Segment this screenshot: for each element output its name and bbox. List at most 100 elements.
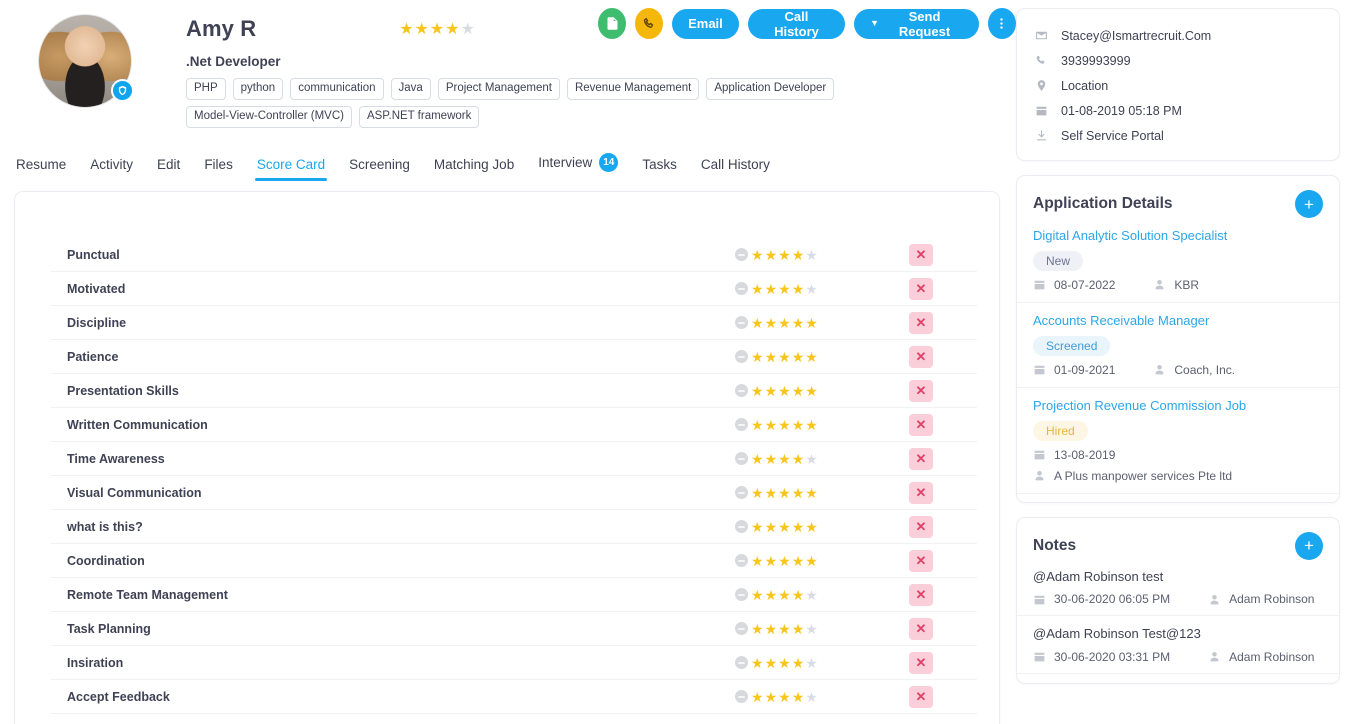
no-rating-icon[interactable] (735, 486, 748, 499)
delete-row-button[interactable]: ✕ (909, 583, 933, 606)
star-icon[interactable]: ★ (751, 316, 764, 330)
delete-row-button[interactable]: ✕ (909, 515, 933, 538)
star-icon[interactable]: ★ (751, 248, 764, 262)
star-icon[interactable]: ★ (765, 486, 778, 500)
application-job-title[interactable]: Digital Analytic Solution Specialist (1033, 228, 1323, 245)
tab-activity[interactable]: Activity (78, 157, 145, 181)
delete-row-button[interactable]: ✕ (909, 311, 933, 334)
no-rating-icon[interactable] (735, 554, 748, 567)
tab-score-card[interactable]: Score Card (245, 157, 337, 181)
tab-call-history[interactable]: Call History (689, 157, 782, 181)
star-icon[interactable]: ★ (792, 520, 805, 534)
contact-row[interactable]: Self Service Portal (1033, 123, 1323, 148)
star-icon[interactable]: ★ (751, 418, 764, 432)
star-icon[interactable]: ★ (805, 554, 818, 568)
star-icon[interactable]: ★ (751, 554, 764, 568)
star-icon[interactable]: ★ (805, 350, 818, 364)
star-icon[interactable]: ★ (751, 384, 764, 398)
no-rating-icon[interactable] (735, 418, 748, 431)
score-row-rating[interactable]: ★ ★ ★ ★ ★ (735, 622, 865, 636)
star-icon[interactable]: ★ (778, 418, 791, 432)
star-icon[interactable]: ★ (778, 520, 791, 534)
tab-edit[interactable]: Edit (145, 157, 192, 181)
skill-tag[interactable]: PHP (186, 78, 226, 101)
no-rating-icon[interactable] (735, 316, 748, 329)
tab-resume[interactable]: Resume (14, 157, 78, 181)
phone-icon[interactable] (635, 8, 664, 39)
delete-row-button[interactable]: ✕ (909, 345, 933, 368)
star-icon[interactable]: ★ (792, 248, 805, 262)
skill-tag[interactable]: ASP.NET framework (358, 106, 480, 129)
contact-row[interactable]: Stacey@Ismartrecruit.Com (1033, 23, 1323, 48)
tab-tasks[interactable]: Tasks (630, 157, 689, 181)
delete-row-button[interactable]: ✕ (909, 617, 933, 640)
star-icon[interactable]: ★ (751, 690, 764, 704)
score-row-rating[interactable]: ★ ★ ★ ★ ★ (735, 384, 865, 398)
delete-row-button[interactable]: ✕ (909, 243, 933, 266)
star-icon[interactable]: ★ (778, 554, 791, 568)
delete-row-button[interactable]: ✕ (909, 549, 933, 572)
star-icon[interactable]: ★ (778, 588, 791, 602)
send-request-button[interactable]: ▼ Send Request (854, 8, 979, 39)
skill-tag[interactable]: Java (390, 78, 431, 101)
contact-row[interactable]: 3939993999 (1033, 48, 1323, 73)
star-icon[interactable]: ★ (751, 350, 764, 364)
tab-matching-job[interactable]: Matching Job (422, 157, 526, 181)
application-job-title[interactable]: Projection Revenue Commission Job (1033, 398, 1323, 415)
star-icon[interactable]: ★ (751, 520, 764, 534)
score-row-rating[interactable]: ★ ★ ★ ★ ★ (735, 690, 865, 704)
star-icon[interactable]: ★ (805, 384, 818, 398)
score-row-rating[interactable]: ★ ★ ★ ★ ★ (735, 316, 865, 330)
star-icon[interactable]: ★ (792, 452, 805, 466)
no-rating-icon[interactable] (735, 350, 748, 363)
star-icon[interactable]: ★ (751, 486, 764, 500)
star-icon[interactable]: ★ (792, 418, 805, 432)
skill-tag[interactable]: python (232, 78, 284, 101)
application-job-title[interactable]: Accounts Receivable Manager (1033, 313, 1323, 330)
star-icon[interactable]: ★ (792, 384, 805, 398)
star-icon[interactable]: ★ (792, 282, 805, 296)
tab-files[interactable]: Files (192, 157, 245, 181)
contact-row[interactable]: 01-08-2019 05:18 PM (1033, 98, 1323, 123)
star-icon[interactable]: ★ (765, 554, 778, 568)
star-icon[interactable]: ★ (765, 452, 778, 466)
star-icon[interactable]: ★ (792, 554, 805, 568)
star-icon[interactable]: ★ (765, 520, 778, 534)
star-icon[interactable]: ★ (778, 690, 791, 704)
score-row-rating[interactable]: ★ ★ ★ ★ ★ (735, 520, 865, 534)
star-icon[interactable]: ★ (805, 282, 818, 296)
star-icon[interactable]: ★ (792, 486, 805, 500)
skill-tag[interactable]: Project Management (437, 78, 560, 101)
call-history-button[interactable]: Call History (747, 8, 846, 39)
star-icon[interactable]: ★ (765, 384, 778, 398)
kebab-menu-icon[interactable] (987, 8, 1017, 39)
no-rating-icon[interactable] (735, 588, 748, 601)
score-row-rating[interactable]: ★ ★ ★ ★ ★ (735, 350, 865, 364)
skill-tag[interactable]: Model-View-Controller (MVC) (186, 106, 352, 129)
delete-row-button[interactable]: ✕ (909, 447, 933, 470)
star-icon[interactable]: ★ (792, 622, 805, 636)
delete-row-button[interactable]: ✕ (909, 651, 933, 674)
no-rating-icon[interactable] (735, 690, 748, 703)
star-icon[interactable]: ★ (805, 248, 818, 262)
score-row-rating[interactable]: ★ ★ ★ ★ ★ (735, 656, 865, 670)
star-icon[interactable]: ★ (399, 22, 413, 38)
star-icon[interactable]: ★ (765, 690, 778, 704)
score-row-rating[interactable]: ★ ★ ★ ★ ★ (735, 554, 865, 568)
star-icon[interactable]: ★ (805, 418, 818, 432)
star-icon[interactable]: ★ (778, 282, 791, 296)
star-icon[interactable]: ★ (765, 282, 778, 296)
star-icon[interactable]: ★ (415, 22, 429, 38)
delete-row-button[interactable]: ✕ (909, 685, 933, 708)
star-icon[interactable]: ★ (765, 588, 778, 602)
star-icon[interactable]: ★ (778, 350, 791, 364)
score-row-rating[interactable]: ★ ★ ★ ★ ★ (735, 588, 865, 602)
email-button[interactable]: Email (672, 8, 739, 39)
avatar[interactable] (38, 14, 134, 108)
score-row-rating[interactable]: ★ ★ ★ ★ ★ (735, 418, 865, 432)
star-icon[interactable]: ★ (792, 588, 805, 602)
star-icon[interactable]: ★ (792, 350, 805, 364)
star-icon[interactable]: ★ (778, 384, 791, 398)
no-rating-icon[interactable] (735, 520, 748, 533)
tab-screening[interactable]: Screening (337, 157, 422, 181)
